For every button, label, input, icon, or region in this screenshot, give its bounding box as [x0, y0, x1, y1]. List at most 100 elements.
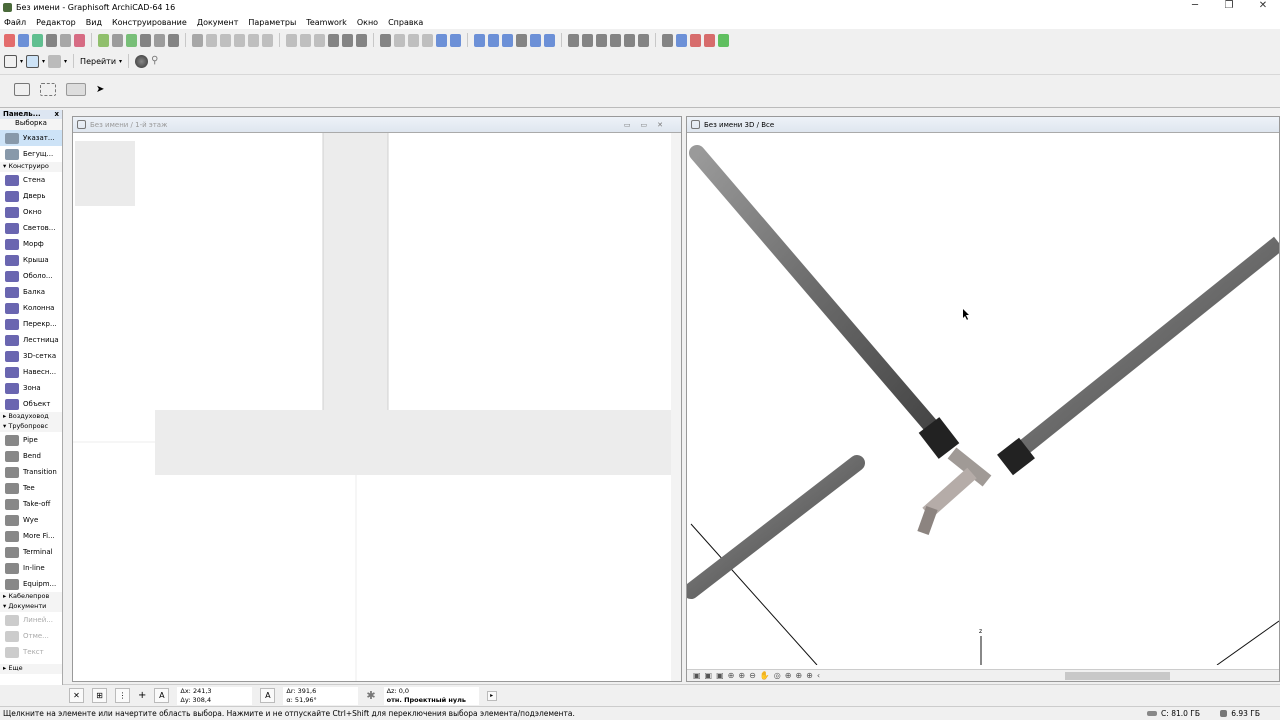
- toolbar-button-icon[interactable]: [168, 33, 179, 47]
- floor-plan-window[interactable]: Без имени / 1-й этаж ▭▭✕: [72, 116, 682, 682]
- toolbar-button-icon[interactable]: [610, 33, 621, 47]
- tool-take-off[interactable]: Take-off: [0, 496, 62, 512]
- grid-icon[interactable]: ⋮: [115, 688, 130, 703]
- 3d-nav-buttons[interactable]: ▣▣▣⊕⊕⊖✋◎⊕⊕⊕‹: [693, 671, 824, 680]
- grid-snap-icon[interactable]: ⊞: [92, 688, 107, 703]
- tool-крыша[interactable]: Крыша: [0, 252, 62, 268]
- plan-canvas[interactable]: [73, 133, 681, 681]
- toolbar-button-icon[interactable]: [206, 33, 217, 47]
- 3d-canvas[interactable]: z: [687, 133, 1279, 665]
- 3d-window[interactable]: Без имени 3D / Все z ▣▣▣⊕⊕⊖✋◎⊕⊕⊕‹: [686, 116, 1280, 682]
- tool-стена[interactable]: Стена: [0, 172, 62, 188]
- menu-design[interactable]: Конструирование: [112, 18, 187, 27]
- goto-dropdown[interactable]: Перейти: [80, 57, 116, 66]
- tool-оболо-[interactable]: Оболо...: [0, 268, 62, 284]
- toolbar-button-icon[interactable]: [624, 33, 635, 47]
- toolbar-button-icon[interactable]: [192, 33, 203, 47]
- display-icon[interactable]: [48, 54, 62, 68]
- navigator-icon[interactable]: [135, 54, 149, 68]
- toolbar-button-icon[interactable]: [126, 33, 137, 47]
- tool-3d-сетка[interactable]: 3D-сетка: [0, 348, 62, 364]
- close-button[interactable]: ✕: [1246, 0, 1280, 11]
- tool-указат-[interactable]: Указат...: [0, 130, 62, 146]
- toolbar-button-icon[interactable]: [74, 33, 85, 47]
- toolbar-button-icon[interactable]: [112, 33, 123, 47]
- toolbar-button-icon[interactable]: [450, 33, 461, 47]
- tool-лестница[interactable]: Лестница: [0, 332, 62, 348]
- toolbar-button-icon[interactable]: [286, 33, 297, 47]
- restore-button[interactable]: ❐: [1212, 0, 1246, 11]
- tool-equipm-[interactable]: Equipm...: [0, 576, 62, 592]
- dxdy-field[interactable]: Δx: 241,3 Δy: 308,4: [177, 686, 253, 705]
- toolbar-button-icon[interactable]: [502, 33, 513, 47]
- toolbar-button-icon[interactable]: [32, 33, 43, 47]
- toolbar-button-icon[interactable]: [690, 33, 701, 47]
- toolbar-button-icon[interactable]: [662, 33, 673, 47]
- toolbar-button-icon[interactable]: [356, 33, 367, 47]
- selection-method-icon[interactable]: [14, 83, 30, 96]
- tool-колонна[interactable]: Колонна: [0, 300, 62, 316]
- menu-window[interactable]: Окно: [357, 18, 378, 27]
- toolbar-button-icon[interactable]: [516, 33, 527, 47]
- group-pipes[interactable]: ▾ Трубопровс: [0, 422, 62, 432]
- tool-pipe[interactable]: Pipe: [0, 432, 62, 448]
- toolbar-button-icon[interactable]: [408, 33, 419, 47]
- tool-морф[interactable]: Морф: [0, 236, 62, 252]
- toolbar-button-icon[interactable]: [18, 33, 29, 47]
- tool-terminal[interactable]: Terminal: [0, 544, 62, 560]
- toolbar-button-icon[interactable]: [300, 33, 311, 47]
- tool-in-line[interactable]: In-line: [0, 560, 62, 576]
- tool-балка[interactable]: Балка: [0, 284, 62, 300]
- menu-help[interactable]: Справка: [388, 18, 423, 27]
- toolbar-button-icon[interactable]: [568, 33, 579, 47]
- toolbox-close[interactable]: x: [54, 110, 59, 119]
- toolbar-button-icon[interactable]: [314, 33, 325, 47]
- toolbar-button-icon[interactable]: [704, 33, 715, 47]
- toolbar-button-icon[interactable]: [140, 33, 151, 47]
- menu-document[interactable]: Документ: [197, 18, 239, 27]
- walk-icon[interactable]: ⚲: [151, 55, 164, 68]
- toolbar-button-icon[interactable]: [582, 33, 593, 47]
- minimize-button[interactable]: ─: [1178, 0, 1212, 11]
- menu-teamwork[interactable]: Teamwork: [306, 18, 347, 27]
- toolbar-button-icon[interactable]: [638, 33, 649, 47]
- toolbar-button-icon[interactable]: [248, 33, 259, 47]
- toolbar-button-icon[interactable]: [422, 33, 433, 47]
- tool-bend[interactable]: Bend: [0, 448, 62, 464]
- group-cables[interactable]: ▸ Кабелепров: [0, 592, 62, 602]
- arrow-tool-icon[interactable]: ➤: [96, 84, 104, 95]
- tool-текст[interactable]: Текст: [0, 644, 62, 660]
- toolbar-button-icon[interactable]: [46, 33, 57, 47]
- more-button[interactable]: ▸ Еще: [0, 664, 62, 674]
- toolbar-button-icon[interactable]: [342, 33, 353, 47]
- toolbar-button-icon[interactable]: [262, 33, 273, 47]
- menu-edit[interactable]: Редактор: [36, 18, 76, 27]
- marquee-icon[interactable]: [40, 83, 56, 96]
- polar-icon[interactable]: A: [260, 688, 276, 703]
- toolbar-button-icon[interactable]: [154, 33, 165, 47]
- horizontal-scrollbar[interactable]: [1065, 672, 1170, 680]
- toolbar-button-icon[interactable]: [474, 33, 485, 47]
- tool-tee[interactable]: Tee: [0, 480, 62, 496]
- toolbar-button-icon[interactable]: [530, 33, 541, 47]
- group-ducts[interactable]: ▸ Воздуховод: [0, 412, 62, 422]
- tool-отме-[interactable]: Отме...: [0, 628, 62, 644]
- tool-бегущ-[interactable]: Бегущ...: [0, 146, 62, 162]
- tool-линей-[interactable]: Линей...: [0, 612, 62, 628]
- polar-field[interactable]: Δr: 391,6 α: 51,96°: [283, 686, 359, 705]
- tool-перекр-[interactable]: Перекр...: [0, 316, 62, 332]
- toolbar-button-icon[interactable]: [718, 33, 729, 47]
- toolbar-button-icon[interactable]: [676, 33, 687, 47]
- group-docs[interactable]: ▾ Документи: [0, 602, 62, 612]
- snap-icon[interactable]: ✕: [69, 688, 84, 703]
- dz-field[interactable]: Δz: 0,0 отн. Проектный нуль: [383, 686, 479, 705]
- tool-зона[interactable]: Зона: [0, 380, 62, 396]
- plan-window-controls[interactable]: ▭▭✕: [624, 121, 673, 129]
- menu-file[interactable]: Файл: [4, 18, 26, 27]
- toolbar-button-icon[interactable]: [544, 33, 555, 47]
- tool-окно[interactable]: Окно: [0, 204, 62, 220]
- toolbar-button-icon[interactable]: [60, 33, 71, 47]
- tool-more-fi-[interactable]: More Fi...: [0, 528, 62, 544]
- menu-view[interactable]: Вид: [86, 18, 102, 27]
- rotate-marquee-icon[interactable]: [66, 83, 86, 96]
